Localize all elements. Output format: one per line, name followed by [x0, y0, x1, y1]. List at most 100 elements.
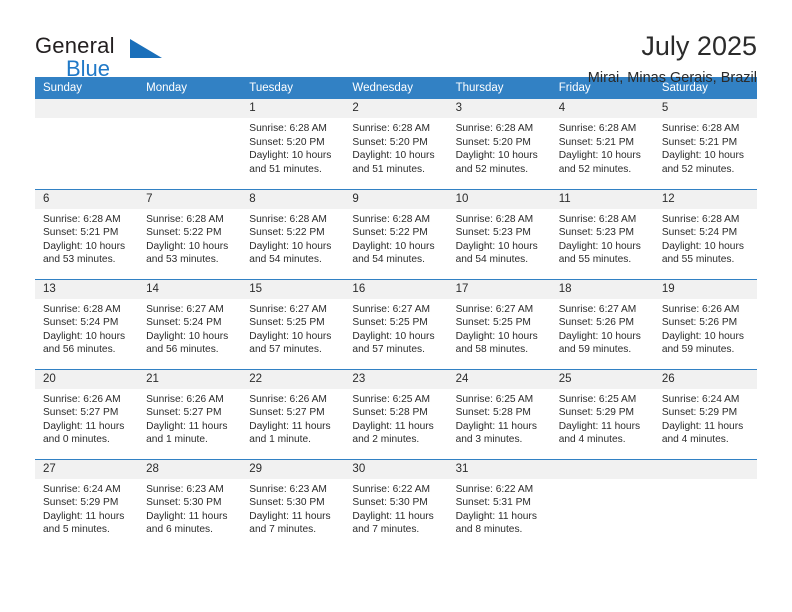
sunset-text: Sunset: 5:24 PM [146, 317, 222, 329]
calendar-day-cell[interactable]: 2 Sunrise: 6:28 AM Sunset: 5:20 PM Daylight… [344, 99, 448, 189]
day-number: 7 [138, 189, 242, 209]
calendar-day-cell[interactable]: 1 Sunrise: 6:28 AM Sunset: 5:20 PM Daylight… [241, 99, 345, 189]
calendar-day-cell[interactable]: 9 Sunrise: 6:28 AM Sunset: 5:22 PM Daylight… [344, 188, 448, 279]
day-number: 3 [447, 99, 551, 118]
calendar-day-cell[interactable]: 24 Sunrise: 6:25 AM Sunset: 5:28 PM Dayligh… [447, 368, 551, 459]
day-number: 19 [653, 279, 757, 299]
sunset-text: Sunset: 5:20 PM [352, 136, 428, 148]
sunrise-text: Sunrise: 6:24 AM [43, 483, 121, 495]
daylight-text: Daylight: 10 hours and 56 minutes. [146, 330, 229, 356]
sunset-text: Sunset: 5:29 PM [558, 407, 635, 419]
day-number: 10 [447, 189, 551, 209]
day-number: 14 [138, 279, 242, 299]
calendar-day-cell[interactable]: 23 Sunrise: 6:25 AM Sunset: 5:28 PM Dayligh… [344, 368, 448, 459]
calendar-week-row: 20 Sunrise: 6:26 AM Sunset: 5:27 PM Dayligh… [35, 368, 757, 459]
sunrise-text: Sunrise: 6:28 AM [558, 213, 637, 225]
calendar-day-cell[interactable]: 16 Sunrise: 6:27 AM Sunset: 5:25 PM Dayligh… [344, 278, 448, 369]
sunrise-text: Sunrise: 6:25 AM [455, 393, 534, 405]
brand-logo[interactable]: General Blue [35, 30, 185, 89]
sunset-text: Sunset: 5:24 PM [661, 227, 738, 239]
calendar-day-cell[interactable]: 26 Sunrise: 6:24 AM Sunset: 5:29 PM Dayligh… [653, 368, 757, 459]
calendar-day-cell[interactable]: 22 Sunrise: 6:26 AM Sunset: 5:27 PM Dayligh… [241, 368, 345, 459]
day-details: Sunrise: 6:24 AM Sunset: 5:29 PM Daylight:… [654, 389, 757, 447]
page-header: General Blue July 2025 Mirai, Minas Gera… [35, 0, 757, 86]
calendar-day-cell[interactable]: 28 Sunrise: 6:23 AM Sunset: 5:30 PM Dayligh… [138, 458, 242, 549]
calendar-day-cell[interactable]: 5 Sunrise: 6:28 AM Sunset: 5:21 PM Daylight… [653, 99, 757, 189]
sunset-text: Sunset: 5:29 PM [661, 407, 738, 419]
day-number: 12 [653, 189, 757, 209]
daylight-text: Daylight: 10 hours and 52 minutes. [558, 150, 641, 175]
day-number [550, 459, 654, 479]
day-details: Sunrise: 6:28 AM Sunset: 5:23 PM Daylight:… [448, 209, 551, 267]
calendar-day-cell[interactable]: 27 Sunrise: 6:24 AM Sunset: 5:29 PM Dayligh… [35, 458, 139, 549]
sunrise-text: Sunrise: 6:22 AM [352, 483, 431, 495]
daylight-text: Daylight: 11 hours and 7 minutes. [249, 510, 331, 536]
calendar-day-cell[interactable]: 31 Sunrise: 6:22 AM Sunset: 5:31 PM Dayligh… [447, 458, 551, 549]
calendar-day-cell[interactable]: 29 Sunrise: 6:23 AM Sunset: 5:30 PM Dayligh… [241, 458, 345, 549]
sunrise-text: Sunrise: 6:25 AM [352, 393, 431, 405]
calendar-day-cell[interactable]: 30 Sunrise: 6:22 AM Sunset: 5:30 PM Dayligh… [344, 458, 448, 549]
day-number: 16 [344, 279, 448, 299]
day-number: 1 [241, 99, 345, 118]
calendar-day-cell[interactable]: 14 Sunrise: 6:27 AM Sunset: 5:24 PM Dayligh… [138, 278, 242, 369]
sunrise-text: Sunrise: 6:25 AM [558, 393, 637, 405]
sunrise-text: Sunrise: 6:24 AM [661, 393, 740, 405]
daylight-text: Daylight: 10 hours and 55 minutes. [558, 240, 641, 266]
calendar-day-cell[interactable]: 18 Sunrise: 6:27 AM Sunset: 5:26 PM Dayligh… [550, 278, 654, 369]
calendar-day-cell[interactable]: 25 Sunrise: 6:25 AM Sunset: 5:29 PM Dayligh… [550, 368, 654, 459]
sunset-text: Sunset: 5:22 PM [352, 227, 428, 239]
calendar-empty-cell [138, 99, 242, 189]
day-details: Sunrise: 6:26 AM Sunset: 5:26 PM Daylight:… [654, 299, 757, 357]
daylight-text: Daylight: 11 hours and 1 minute. [146, 420, 228, 446]
sunset-text: Sunset: 5:21 PM [43, 227, 119, 239]
title-block: July 2025 Mirai, Minas Gerais, Brazil [588, 30, 757, 86]
calendar-day-cell[interactable]: 6 Sunrise: 6:28 AM Sunset: 5:21 PM Daylight… [35, 188, 139, 279]
sunrise-text: Sunrise: 6:22 AM [455, 483, 534, 495]
sunset-text: Sunset: 5:26 PM [661, 317, 738, 329]
day-number: 17 [447, 279, 551, 299]
day-details: Sunrise: 6:26 AM Sunset: 5:27 PM Daylight:… [138, 389, 241, 447]
calendar-day-cell[interactable]: 8 Sunrise: 6:28 AM Sunset: 5:22 PM Daylight… [241, 188, 345, 279]
sunset-text: Sunset: 5:24 PM [43, 317, 119, 329]
calendar-day-cell[interactable]: 20 Sunrise: 6:26 AM Sunset: 5:27 PM Dayligh… [35, 368, 139, 459]
sunset-text: Sunset: 5:30 PM [249, 497, 325, 509]
sunset-text: Sunset: 5:28 PM [455, 407, 531, 419]
day-number: 28 [138, 459, 242, 479]
sunrise-text: Sunrise: 6:28 AM [455, 123, 534, 134]
sunset-text: Sunset: 5:29 PM [43, 497, 119, 509]
calendar-day-cell[interactable]: 19 Sunrise: 6:26 AM Sunset: 5:26 PM Dayligh… [653, 278, 757, 369]
day-details: Sunrise: 6:27 AM Sunset: 5:24 PM Daylight:… [138, 299, 241, 357]
sunrise-text: Sunrise: 6:28 AM [661, 123, 740, 134]
sunset-text: Sunset: 5:22 PM [146, 227, 222, 239]
sunrise-text: Sunrise: 6:28 AM [352, 123, 431, 134]
calendar-day-cell[interactable]: 10 Sunrise: 6:28 AM Sunset: 5:23 PM Dayligh… [447, 188, 551, 279]
daylight-text: Daylight: 10 hours and 57 minutes. [352, 330, 435, 356]
sunset-text: Sunset: 5:27 PM [249, 407, 325, 419]
day-number: 26 [653, 369, 757, 389]
calendar-day-cell[interactable]: 7 Sunrise: 6:28 AM Sunset: 5:22 PM Daylight… [138, 188, 242, 279]
day-details: Sunrise: 6:26 AM Sunset: 5:27 PM Daylight:… [35, 389, 138, 447]
sunrise-text: Sunrise: 6:28 AM [558, 123, 637, 134]
calendar-day-cell[interactable]: 12 Sunrise: 6:28 AM Sunset: 5:24 PM Dayligh… [653, 188, 757, 279]
sunset-text: Sunset: 5:30 PM [146, 497, 222, 509]
calendar-day-cell[interactable]: 21 Sunrise: 6:26 AM Sunset: 5:27 PM Dayligh… [138, 368, 242, 459]
day-number: 15 [241, 279, 345, 299]
day-details: Sunrise: 6:22 AM Sunset: 5:31 PM Daylight:… [448, 479, 551, 537]
day-details: Sunrise: 6:28 AM Sunset: 5:22 PM Daylight:… [138, 209, 241, 267]
calendar-day-cell[interactable]: 15 Sunrise: 6:27 AM Sunset: 5:25 PM Dayligh… [241, 278, 345, 369]
triangle-icon [130, 39, 162, 58]
day-details: Sunrise: 6:23 AM Sunset: 5:30 PM Daylight:… [138, 479, 241, 537]
day-number: 13 [35, 279, 139, 299]
day-number: 2 [344, 99, 448, 118]
day-details: Sunrise: 6:28 AM Sunset: 5:21 PM Daylight:… [551, 118, 654, 176]
daylight-text: Daylight: 11 hours and 4 minutes. [661, 420, 744, 446]
calendar-week-row: 1 Sunrise: 6:28 AM Sunset: 5:20 PM Daylight… [35, 99, 757, 189]
calendar-day-cell[interactable]: 4 Sunrise: 6:28 AM Sunset: 5:21 PM Daylight… [550, 99, 654, 189]
calendar-day-cell[interactable]: 17 Sunrise: 6:27 AM Sunset: 5:25 PM Dayligh… [447, 278, 551, 369]
calendar-day-cell[interactable]: 11 Sunrise: 6:28 AM Sunset: 5:23 PM Dayligh… [550, 188, 654, 279]
day-number: 9 [344, 189, 448, 209]
day-details: Sunrise: 6:28 AM Sunset: 5:24 PM Daylight:… [35, 299, 138, 357]
calendar-day-cell[interactable]: 3 Sunrise: 6:28 AM Sunset: 5:20 PM Daylight… [447, 99, 551, 189]
calendar-week-row: 27 Sunrise: 6:24 AM Sunset: 5:29 PM Dayligh… [35, 458, 757, 549]
calendar-day-cell[interactable]: 13 Sunrise: 6:28 AM Sunset: 5:24 PM Dayligh… [35, 278, 139, 369]
